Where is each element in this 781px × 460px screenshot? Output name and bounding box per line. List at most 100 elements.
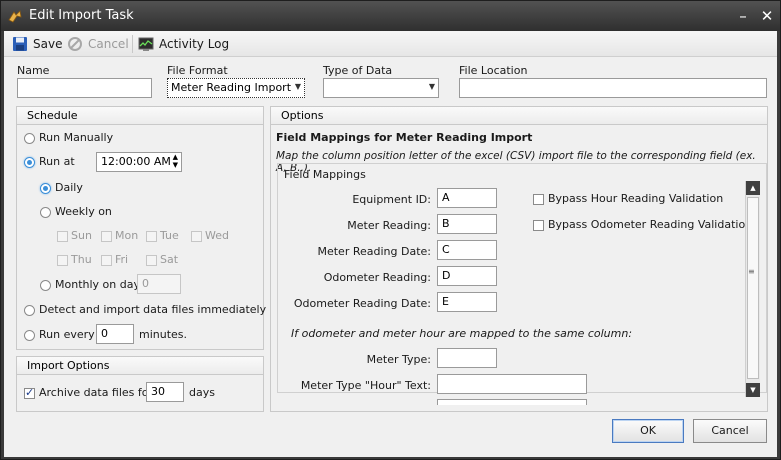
import-options-group: Import Options Archive data files for 30… bbox=[16, 356, 264, 412]
ok-button[interactable]: OK bbox=[612, 419, 684, 443]
clipped-input[interactable] bbox=[437, 399, 587, 405]
title-bar[interactable]: Edit Import Task – ✕ bbox=[1, 1, 780, 31]
checkbox-wed[interactable] bbox=[191, 231, 202, 242]
activity-log-icon bbox=[138, 37, 154, 51]
minimize-button[interactable]: – bbox=[733, 6, 753, 26]
scroll-thumb[interactable] bbox=[747, 197, 759, 379]
scroll-grip-icon: ≡ bbox=[748, 267, 755, 276]
days-label: days bbox=[189, 386, 215, 399]
close-button[interactable]: ✕ bbox=[757, 6, 777, 26]
archive-checkbox[interactable] bbox=[24, 386, 35, 399]
field-mappings-group-title: Field Mappings bbox=[284, 168, 366, 181]
name-input[interactable] bbox=[17, 78, 152, 98]
file-format-select[interactable]: Meter Reading Import ▼ bbox=[167, 78, 305, 98]
edit-import-task-window: Edit Import Task – ✕ Save Cancel Activit… bbox=[0, 0, 781, 460]
day-wed-label: Wed bbox=[205, 229, 229, 242]
meter-type-hour-input[interactable] bbox=[437, 374, 587, 394]
weekly-radio[interactable] bbox=[40, 207, 51, 218]
schedule-header: Schedule bbox=[17, 107, 263, 125]
meter-reading-date-input[interactable]: C bbox=[437, 240, 497, 260]
bypass-odometer-label: Bypass Odometer Reading Validation bbox=[548, 218, 753, 231]
monthly-radio[interactable] bbox=[40, 280, 51, 291]
day-thu-label: Thu bbox=[71, 253, 92, 266]
monthly-day-input[interactable]: 0 bbox=[137, 274, 181, 294]
meter-reading-date-label: Meter Reading Date: bbox=[317, 245, 431, 258]
checkbox-sat[interactable] bbox=[146, 255, 157, 266]
activity-log-button[interactable]: Activity Log bbox=[138, 34, 229, 54]
detect-label: Detect and import data files immediately bbox=[39, 303, 267, 316]
run-at-time-value: 12:00:00 AM bbox=[101, 155, 171, 168]
checkbox-tue[interactable] bbox=[146, 231, 157, 242]
odometer-reading-date-input[interactable]: E bbox=[437, 292, 497, 312]
run-at-label: Run at bbox=[39, 155, 75, 168]
chevron-down-icon: ▼ bbox=[294, 82, 301, 91]
monthly-label: Monthly on day bbox=[55, 278, 140, 291]
field-mappings-heading: Field Mappings for Meter Reading Import bbox=[276, 131, 533, 144]
archive-days-input[interactable]: 30 bbox=[146, 382, 184, 402]
checkbox-sun[interactable] bbox=[57, 231, 68, 242]
time-spinner-icon[interactable]: ▲ ▼ bbox=[173, 153, 178, 169]
cancel-icon bbox=[68, 37, 82, 51]
run-at-time-input[interactable]: 12:00:00 AM ▲ ▼ bbox=[96, 152, 182, 172]
run-every-radio[interactable] bbox=[24, 330, 35, 341]
options-group: Options Field Mappings for Meter Reading… bbox=[270, 106, 768, 412]
file-format-label: File Format bbox=[167, 64, 228, 77]
run-every-input[interactable]: 0 bbox=[96, 324, 134, 344]
import-task-icon bbox=[8, 10, 22, 23]
run-manually-label: Run Manually bbox=[39, 131, 114, 144]
window-title: Edit Import Task bbox=[29, 8, 134, 23]
checkbox-fri[interactable] bbox=[101, 255, 112, 266]
run-every-label: Run every bbox=[39, 328, 95, 341]
bypass-hour-label: Bypass Hour Reading Validation bbox=[548, 192, 724, 205]
scroll-up-icon[interactable]: ▲ bbox=[746, 181, 760, 195]
meter-reading-label: Meter Reading: bbox=[347, 219, 431, 232]
checkbox-thu[interactable] bbox=[57, 255, 68, 266]
toolbar-separator bbox=[132, 35, 133, 53]
run-manually-radio[interactable] bbox=[24, 133, 35, 144]
type-of-data-select[interactable]: ▼ bbox=[323, 78, 439, 98]
cancel-button[interactable]: Cancel bbox=[693, 419, 767, 443]
day-tue-label: Tue bbox=[160, 229, 179, 242]
day-fri-label: Fri bbox=[115, 253, 129, 266]
chevron-down-icon: ▼ bbox=[428, 82, 435, 91]
type-of-data-label: Type of Data bbox=[323, 64, 393, 77]
meter-type-input[interactable] bbox=[437, 348, 497, 368]
minutes-label: minutes. bbox=[139, 328, 188, 341]
cancel-toolbar-button[interactable]: Cancel bbox=[67, 34, 129, 54]
odometer-reading-date-label: Odometer Reading Date: bbox=[293, 297, 431, 310]
schedule-group: Schedule Run Manually Run at 12:00:00 AM… bbox=[16, 106, 267, 350]
equipment-id-input[interactable]: A bbox=[437, 188, 497, 208]
archive-label: Archive data files for bbox=[39, 386, 154, 399]
odometer-reading-input[interactable]: D bbox=[437, 266, 497, 286]
file-location-input[interactable] bbox=[459, 78, 767, 98]
weekly-label: Weekly on bbox=[55, 205, 112, 218]
run-at-radio[interactable] bbox=[24, 157, 35, 168]
day-sat-label: Sat bbox=[160, 253, 179, 266]
bypass-hour-checkbox[interactable] bbox=[533, 194, 544, 205]
cancel-toolbar-label: Cancel bbox=[88, 37, 129, 51]
save-button[interactable]: Save bbox=[12, 34, 62, 54]
activity-log-label: Activity Log bbox=[159, 37, 230, 51]
save-icon bbox=[13, 37, 27, 51]
scroll-down-icon[interactable]: ▼ bbox=[746, 383, 760, 397]
daily-label: Daily bbox=[55, 181, 83, 194]
detect-radio[interactable] bbox=[24, 305, 35, 316]
odometer-reading-label: Odometer Reading: bbox=[323, 271, 431, 284]
toolbar: Save Cancel Activity Log bbox=[4, 31, 777, 57]
same-column-note: If odometer and meter hour are mapped to… bbox=[291, 327, 633, 340]
options-header: Options bbox=[271, 107, 767, 125]
day-mon-label: Mon bbox=[115, 229, 139, 242]
save-label: Save bbox=[33, 37, 63, 51]
meter-type-hour-label: Meter Type "Hour" Text: bbox=[300, 379, 431, 392]
dialog-body: Save Cancel Activity Log Name File Forma… bbox=[4, 31, 777, 457]
bypass-odometer-checkbox[interactable] bbox=[533, 220, 544, 231]
meter-reading-input[interactable]: B bbox=[437, 214, 497, 234]
file-location-label: File Location bbox=[459, 64, 528, 77]
file-format-value: Meter Reading Import bbox=[171, 81, 292, 94]
options-scrollbar[interactable]: ▲ ≡ ▼ bbox=[745, 181, 760, 397]
checkbox-mon[interactable] bbox=[101, 231, 112, 242]
daily-radio[interactable] bbox=[40, 183, 51, 194]
equipment-id-label: Equipment ID: bbox=[352, 193, 431, 206]
meter-type-label: Meter Type: bbox=[366, 353, 431, 366]
import-options-header: Import Options bbox=[17, 357, 263, 375]
